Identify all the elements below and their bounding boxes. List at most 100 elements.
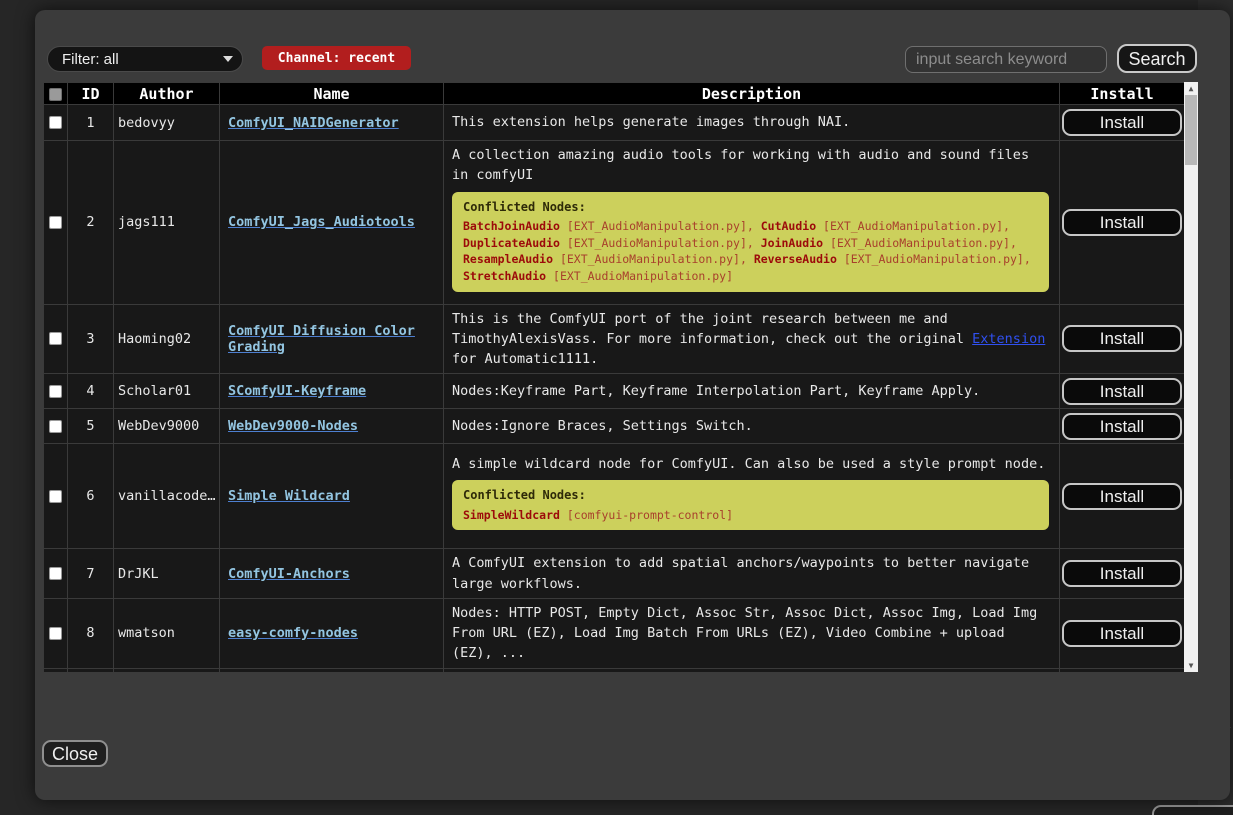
install-button[interactable]: Install (1062, 620, 1182, 647)
scroll-up-arrow-icon[interactable]: ▲ (1184, 82, 1198, 95)
row-description: A collection amazing audio tools for wor… (444, 141, 1060, 305)
row-name-cell: WebDev9000-Nodes (220, 409, 444, 444)
scroll-down-arrow-icon[interactable]: ▼ (1184, 659, 1198, 672)
extensions-table: ID Author Name Description Install 1bedo… (43, 82, 1185, 672)
row-checkbox[interactable] (49, 332, 62, 345)
row-id: 3 (68, 304, 114, 374)
install-button[interactable]: Install (1062, 413, 1182, 440)
header-author: Author (114, 83, 220, 105)
install-button[interactable]: Install (1062, 109, 1182, 136)
extension-name-link[interactable]: WebDev9000-Nodes (228, 418, 358, 434)
header-id: ID (68, 83, 114, 105)
filter-select[interactable]: Filter: all (47, 46, 243, 72)
row-author: wmatson (114, 598, 220, 668)
extensions-table-container: ID Author Name Description Install 1bedo… (43, 82, 1198, 672)
install-button[interactable]: Install (1062, 378, 1182, 405)
scrollbar-thumb[interactable] (1185, 95, 1197, 165)
extension-name-link[interactable]: ComfyUI Diffusion Color Grading (228, 323, 415, 355)
row-install-cell: Install (1060, 141, 1185, 305)
extension-name-link[interactable]: ComfyUI_NAIDGenerator (228, 115, 399, 131)
row-author: DrJKL (114, 549, 220, 599)
row-install-cell: Install (1060, 374, 1185, 409)
row-description: This is the ComfyUI port of the joint re… (444, 304, 1060, 374)
table-scrollbar[interactable]: ▲ ▼ (1184, 82, 1198, 672)
table-row: 9SoftMengComfyUI_Mexx_StylerNodes: Comfy… (44, 668, 1185, 672)
table-row: 7DrJKL ComfyUI-Anchors A ComfyUI extension… (44, 549, 1185, 599)
conflict-node-name: JoinAudio (761, 236, 823, 250)
description-link[interactable]: Extension (972, 331, 1045, 347)
row-description: Nodes:Keyframe Part, Keyframe Interpolat… (444, 374, 1060, 409)
occluded-partial-button (1152, 805, 1233, 815)
select-all-header (44, 83, 68, 105)
row-name-cell: ComfyUI_Mexx_Styler (220, 668, 444, 672)
row-description: Nodes: ComfyUI Mexx Styler, ComfyUI Mexx… (444, 668, 1060, 672)
row-description: This extension helps generate images thr… (444, 105, 1060, 141)
row-name-cell: easy-comfy-nodes (220, 598, 444, 668)
row-checkbox-cell (44, 105, 68, 141)
row-author: jags111 (114, 141, 220, 305)
conflict-node-source: [EXT_AudioManipulation.py], (553, 252, 754, 266)
row-install-cell: Install (1060, 444, 1185, 549)
row-name-cell: Simple Wildcard (220, 444, 444, 549)
install-button[interactable]: Install (1062, 325, 1182, 352)
table-row: 4Scholar01SComfyUI-KeyframeNodes:Keyfram… (44, 374, 1185, 409)
conflict-node-source: [EXT_AudioManipulation.py], (837, 252, 1031, 266)
select-all-checkbox[interactable] (49, 88, 62, 101)
row-id: 1 (68, 105, 114, 141)
extension-name-link[interactable]: SComfyUI-Keyframe (228, 383, 366, 399)
install-button[interactable]: Install (1062, 209, 1182, 236)
table-row: 5WebDev9000 WebDev9000-Nodes Nodes:Ignore … (44, 409, 1185, 444)
row-checkbox[interactable] (49, 627, 62, 640)
table-row: 2jags111ComfyUI_Jags_AudiotoolsA collect… (44, 141, 1185, 305)
search-button[interactable]: Search (1117, 44, 1197, 73)
conflict-node-source: [EXT_AudioManipulation.py], (560, 236, 761, 250)
row-id: 9 (68, 668, 114, 672)
row-id: 7 (68, 549, 114, 599)
row-author: vanillacode… (114, 444, 220, 549)
row-id: 8 (68, 598, 114, 668)
row-checkbox-cell (44, 141, 68, 305)
row-description: Nodes:Ignore Braces, Settings Switch. (444, 409, 1060, 444)
row-id: 5 (68, 409, 114, 444)
row-checkbox-cell (44, 444, 68, 549)
conflict-node-name: CutAudio (761, 219, 816, 233)
row-checkbox[interactable] (49, 116, 62, 129)
header-description: Description (444, 83, 1060, 105)
conflict-node-name: BatchJoinAudio (463, 219, 560, 233)
row-description: A ComfyUI extension to add spatial ancho… (444, 549, 1060, 599)
row-install-cell: Install (1060, 304, 1185, 374)
conflict-node-source: [EXT_AudioManipulation.py], (823, 236, 1017, 250)
conflict-node-name: DuplicateAudio (463, 236, 560, 250)
conflict-node-name: ReverseAudio (754, 252, 837, 266)
row-checkbox[interactable] (49, 567, 62, 580)
conflict-node-source: [EXT_AudioManipulation.py], (816, 219, 1010, 233)
row-name-cell: SComfyUI-Keyframe (220, 374, 444, 409)
install-button[interactable]: Install (1062, 560, 1182, 587)
row-checkbox-cell (44, 668, 68, 672)
row-name-cell: ComfyUI_Jags_Audiotools (220, 141, 444, 305)
row-checkbox[interactable] (49, 385, 62, 398)
row-description: A simple wildcard node for ComfyUI. Can … (444, 444, 1060, 549)
extension-name-link[interactable]: ComfyUI-Anchors (228, 566, 350, 582)
row-checkbox[interactable] (49, 216, 62, 229)
row-id: 6 (68, 444, 114, 549)
extension-name-link[interactable]: easy-comfy-nodes (228, 625, 358, 641)
row-install-cell: Install (1060, 105, 1185, 141)
search-input[interactable] (905, 46, 1107, 73)
row-name-cell: ComfyUI Diffusion Color Grading (220, 304, 444, 374)
close-button[interactable]: Close (42, 740, 108, 767)
row-checkbox-cell (44, 304, 68, 374)
row-checkbox-cell (44, 409, 68, 444)
extension-name-link[interactable]: Simple Wildcard (228, 488, 350, 504)
table-row: 3Haoming02ComfyUI Diffusion Color Gradin… (44, 304, 1185, 374)
row-author: bedovyy (114, 105, 220, 141)
conflict-node-name: SimpleWildcard (463, 508, 560, 522)
row-checkbox[interactable] (49, 490, 62, 503)
row-author: WebDev9000 (114, 409, 220, 444)
row-description: Nodes: HTTP POST, Empty Dict, Assoc Str,… (444, 598, 1060, 668)
install-button[interactable]: Install (1062, 483, 1182, 510)
conflict-node-name: StretchAudio (463, 269, 546, 283)
extension-name-link[interactable]: ComfyUI_Jags_Audiotools (228, 214, 415, 230)
row-author: SoftMeng (114, 668, 220, 672)
row-checkbox[interactable] (49, 420, 62, 433)
